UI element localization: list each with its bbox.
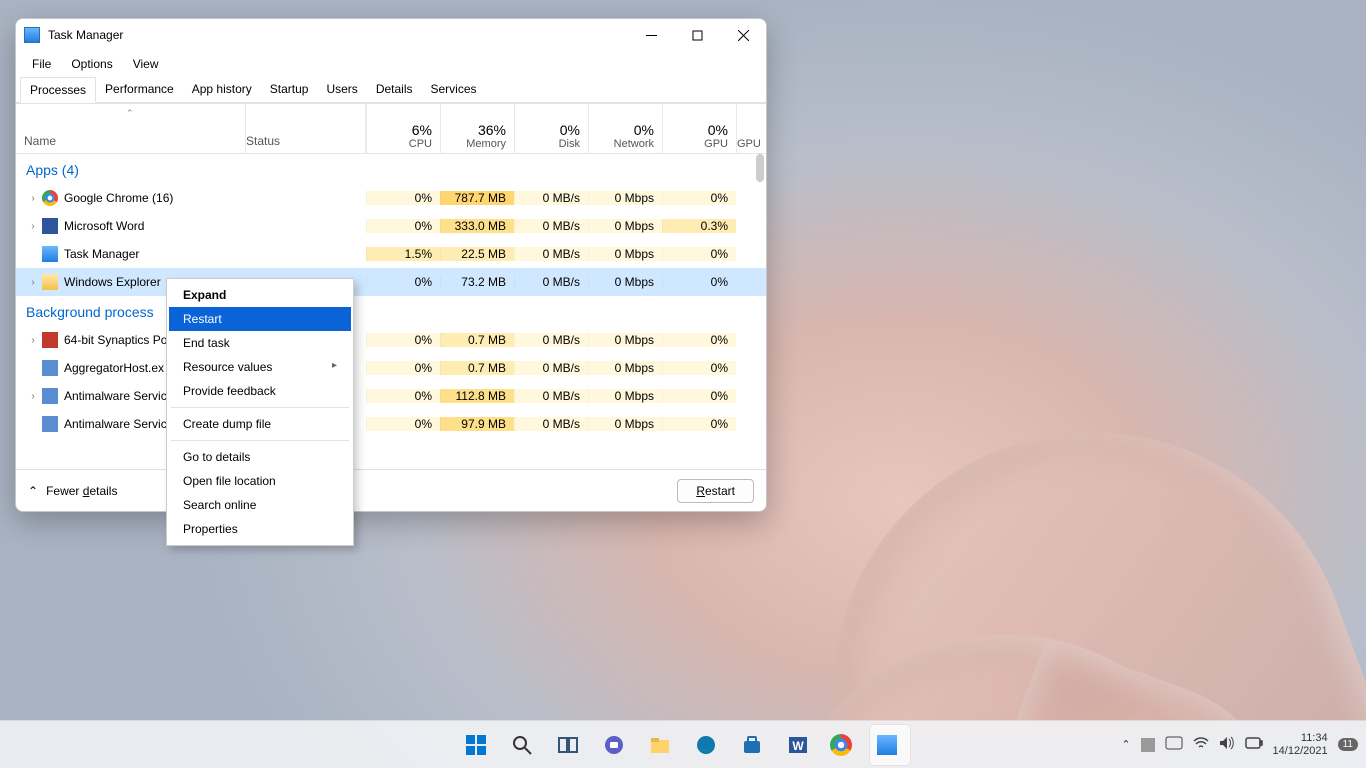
task-manager-icon bbox=[24, 27, 40, 43]
chevron-right-icon[interactable]: › bbox=[24, 277, 42, 288]
search-button[interactable] bbox=[502, 725, 542, 765]
scrollbar-thumb[interactable] bbox=[756, 154, 764, 182]
separator bbox=[171, 440, 349, 441]
process-row[interactable]: ›Task Manager 1.5%22.5 MB0 MB/s0 Mbps0% bbox=[16, 240, 766, 268]
chevron-right-icon[interactable]: › bbox=[24, 193, 42, 204]
fewer-details-toggle[interactable]: ⌃ Fewer details bbox=[28, 484, 117, 498]
ctx-properties[interactable]: Properties bbox=[169, 517, 351, 541]
edge-button[interactable] bbox=[686, 725, 726, 765]
process-row[interactable]: ›Google Chrome (16) 0%787.7 MB0 MB/s0 Mb… bbox=[16, 184, 766, 212]
window-title: Task Manager bbox=[48, 28, 123, 42]
context-menu: Expand Restart End task Resource values▸… bbox=[166, 278, 354, 546]
svg-text:W: W bbox=[792, 739, 804, 753]
group-background[interactable]: Background process bbox=[16, 296, 766, 326]
ctx-search-online[interactable]: Search online bbox=[169, 493, 351, 517]
close-button[interactable] bbox=[720, 19, 766, 51]
process-row[interactable]: ›64-bit Synaptics Po 0%0.7 MB0 MB/s0 Mbp… bbox=[16, 326, 766, 354]
tab-performance[interactable]: Performance bbox=[96, 77, 183, 102]
process-row-selected[interactable]: ›Windows Explorer 0%73.2 MB0 MB/s0 Mbps0… bbox=[16, 268, 766, 296]
tab-processes[interactable]: Processes bbox=[20, 77, 96, 103]
process-row[interactable]: ›AggregatorHost.ex 0%0.7 MB0 MB/s0 Mbps0… bbox=[16, 354, 766, 382]
separator bbox=[171, 407, 349, 408]
col-status[interactable]: Status bbox=[246, 104, 366, 154]
minimize-button[interactable] bbox=[628, 19, 674, 51]
menu-view[interactable]: View bbox=[123, 53, 169, 75]
start-button[interactable] bbox=[456, 725, 496, 765]
ctx-resource-values[interactable]: Resource values▸ bbox=[169, 355, 351, 379]
chevron-right-icon[interactable]: › bbox=[24, 335, 42, 346]
submenu-arrow-icon: ▸ bbox=[332, 360, 337, 374]
task-manager-taskbar-button[interactable] bbox=[870, 725, 910, 765]
process-grid: ⌃ Name Status 6%CPU 36%Memory 0%Disk 0%N… bbox=[16, 103, 766, 469]
tab-services[interactable]: Services bbox=[422, 77, 486, 102]
column-headers: ⌃ Name Status 6%CPU 36%Memory 0%Disk 0%N… bbox=[16, 104, 766, 154]
ctx-expand[interactable]: Expand bbox=[169, 283, 351, 307]
keyboard-icon[interactable] bbox=[1165, 736, 1183, 753]
chat-button[interactable] bbox=[594, 725, 634, 765]
generic-process-icon bbox=[42, 360, 58, 376]
menu-options[interactable]: Options bbox=[61, 53, 122, 75]
col-memory[interactable]: 36%Memory bbox=[440, 104, 514, 154]
generic-process-icon bbox=[42, 388, 58, 404]
chevron-right-icon[interactable]: › bbox=[24, 221, 42, 232]
tray-app-icon[interactable] bbox=[1141, 738, 1155, 752]
task-manager-icon bbox=[42, 246, 58, 262]
restart-button[interactable]: Restart bbox=[677, 479, 754, 503]
ctx-restart[interactable]: Restart bbox=[169, 307, 351, 331]
col-disk[interactable]: 0%Disk bbox=[514, 104, 588, 154]
ctx-create-dump[interactable]: Create dump file bbox=[169, 412, 351, 436]
tab-startup[interactable]: Startup bbox=[261, 77, 318, 102]
volume-icon[interactable] bbox=[1219, 736, 1235, 753]
ctx-open-file-location[interactable]: Open file location bbox=[169, 469, 351, 493]
system-tray: ⌃ 11:3414/12/2021 11 bbox=[1121, 732, 1358, 758]
footer: ⌃ Fewer details Restart bbox=[16, 469, 766, 511]
store-button[interactable] bbox=[732, 725, 772, 765]
col-gpu-engine[interactable]: GPU bbox=[736, 104, 763, 154]
group-apps[interactable]: Apps (4) bbox=[16, 154, 766, 184]
sort-indicator-icon: ⌃ bbox=[126, 108, 134, 119]
synaptics-icon bbox=[42, 332, 58, 348]
word-icon bbox=[42, 218, 58, 234]
chevron-right-icon[interactable]: › bbox=[24, 391, 42, 402]
menubar: File Options View bbox=[16, 51, 766, 77]
process-row[interactable]: ›Microsoft Word 0%333.0 MB0 MB/s0 Mbps0.… bbox=[16, 212, 766, 240]
notification-badge[interactable]: 11 bbox=[1338, 738, 1358, 751]
ctx-end-task[interactable]: End task bbox=[169, 331, 351, 355]
tab-users[interactable]: Users bbox=[317, 77, 366, 102]
wifi-icon[interactable] bbox=[1193, 736, 1209, 753]
tab-app-history[interactable]: App history bbox=[183, 77, 261, 102]
battery-icon[interactable] bbox=[1245, 737, 1263, 752]
tabbar: Processes Performance App history Startu… bbox=[16, 77, 766, 103]
tab-details[interactable]: Details bbox=[367, 77, 422, 102]
ctx-go-to-details[interactable]: Go to details bbox=[169, 445, 351, 469]
ctx-provide-feedback[interactable]: Provide feedback bbox=[169, 379, 351, 403]
clock[interactable]: 11:3414/12/2021 bbox=[1273, 732, 1328, 758]
titlebar[interactable]: Task Manager bbox=[16, 19, 766, 51]
menu-file[interactable]: File bbox=[22, 53, 61, 75]
process-row[interactable]: ›Antimalware Servic 0%97.9 MB0 MB/s0 Mbp… bbox=[16, 410, 766, 438]
word-button[interactable]: W bbox=[778, 725, 818, 765]
task-manager-window: Task Manager File Options View Processes… bbox=[15, 18, 767, 512]
taskbar: W ⌃ 11:3414/12/2021 11 bbox=[0, 720, 1366, 768]
explorer-icon bbox=[42, 274, 58, 290]
col-cpu[interactable]: 6%CPU bbox=[366, 104, 440, 154]
chrome-button[interactable] bbox=[824, 725, 864, 765]
file-explorer-button[interactable] bbox=[640, 725, 680, 765]
generic-process-icon bbox=[42, 416, 58, 432]
tray-chevron-icon[interactable]: ⌃ bbox=[1121, 738, 1130, 751]
task-view-button[interactable] bbox=[548, 725, 588, 765]
col-gpu[interactable]: 0%GPU bbox=[662, 104, 736, 154]
chrome-icon bbox=[42, 190, 58, 206]
maximize-button[interactable] bbox=[674, 19, 720, 51]
chevron-up-icon: ⌃ bbox=[28, 484, 38, 498]
process-row[interactable]: ›Antimalware Servic 0%112.8 MB0 MB/s0 Mb… bbox=[16, 382, 766, 410]
col-network[interactable]: 0%Network bbox=[588, 104, 662, 154]
